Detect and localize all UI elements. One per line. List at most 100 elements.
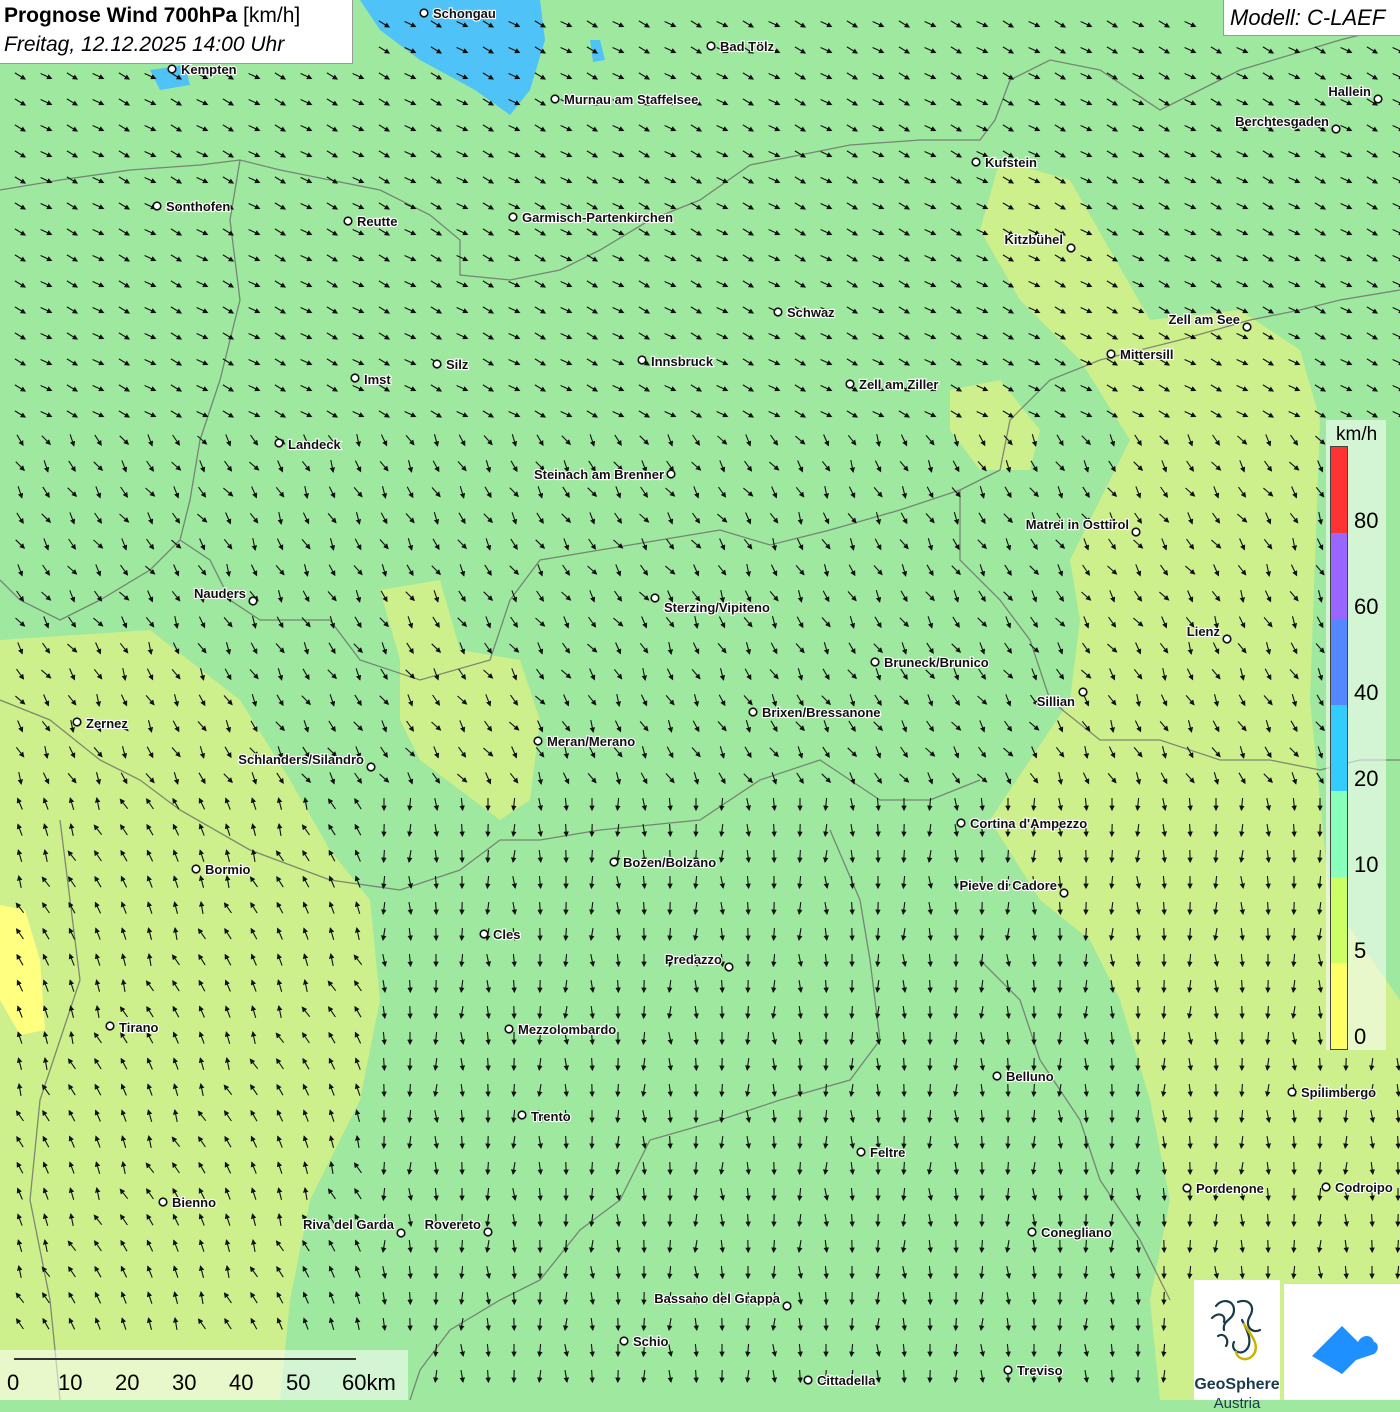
- city-dot-icon: [1288, 1088, 1296, 1096]
- app-logo[interactable]: [1284, 1284, 1400, 1400]
- city-label: Codroipo: [1335, 1180, 1393, 1195]
- city-label: Zernez: [86, 716, 128, 731]
- city-label: Lienz: [1187, 624, 1221, 639]
- city-dot-icon: [420, 9, 428, 17]
- scale-label: 0: [7, 1370, 19, 1396]
- scale-label: 50: [286, 1370, 310, 1396]
- city-label: Sterzing/Vipiteno: [664, 600, 770, 615]
- city-label: Belluno: [1006, 1069, 1054, 1084]
- city-dot-icon: [351, 374, 359, 382]
- city-label: Riva del Garda: [303, 1217, 395, 1232]
- city-label: Mezzolombardo: [518, 1022, 616, 1037]
- city-dot-icon: [1079, 688, 1087, 696]
- legend-segment-10: [1331, 791, 1347, 877]
- city-dot-icon: [1332, 125, 1340, 133]
- scale-label: 40: [229, 1370, 253, 1396]
- city-dot-icon: [153, 202, 161, 210]
- scale-bar-panel: 0 10 20 30 40 50 60km: [0, 1350, 408, 1400]
- city-dot-icon: [249, 597, 257, 605]
- legend-segment-80: [1331, 447, 1347, 533]
- city-dot-icon: [168, 65, 176, 73]
- city-label: Berchtesgaden: [1235, 114, 1329, 129]
- city-label: Sillian: [1037, 694, 1075, 709]
- city-label: Conegliano: [1041, 1225, 1112, 1240]
- city-label: Bruneck/Brunico: [884, 655, 989, 670]
- city-dot-icon: [192, 865, 200, 873]
- city-label: Cittadella: [817, 1373, 876, 1388]
- city-dot-icon: [480, 930, 488, 938]
- city-dot-icon: [957, 819, 965, 827]
- legend-segment-5: [1331, 877, 1347, 963]
- city-dot-icon: [1322, 1183, 1330, 1191]
- city-label: Pieve di Cadore: [959, 878, 1057, 893]
- city-label: Spilimbergo: [1301, 1085, 1376, 1100]
- city-dot-icon: [1374, 95, 1382, 103]
- legend-segment-0: [1331, 963, 1347, 1049]
- city-label: Reutte: [357, 214, 397, 229]
- city-dot-icon: [638, 356, 646, 364]
- city-label: Murnau am Staffelsee: [564, 92, 698, 107]
- city-dot-icon: [518, 1111, 526, 1119]
- city-dot-icon: [993, 1072, 1001, 1080]
- city-dot-icon: [73, 718, 81, 726]
- city-label: Sonthofen: [166, 199, 230, 214]
- city-dot-icon: [509, 213, 517, 221]
- logo-org-name: GeoSphere: [1194, 1376, 1280, 1394]
- legend-label-0: 0: [1354, 1024, 1366, 1050]
- city-dot-icon: [1223, 635, 1231, 643]
- city-label: Bozen/Bolzano: [623, 855, 716, 870]
- legend-label-40: 40: [1354, 680, 1378, 706]
- city-dot-icon: [749, 708, 757, 716]
- legend-label-20: 20: [1354, 766, 1378, 792]
- city-label: Rovereto: [425, 1217, 481, 1232]
- city-label: Meran/Merano: [547, 734, 635, 749]
- scale-label: 20: [115, 1370, 139, 1396]
- city-dot-icon: [783, 1302, 791, 1310]
- scale-label: 30: [172, 1370, 196, 1396]
- map-title: Prognose Wind 700hPa [km/h]: [4, 4, 300, 28]
- city-label: Garmisch-Partenkirchen: [522, 210, 673, 225]
- city-dot-icon: [397, 1229, 405, 1237]
- legend-label-80: 80: [1354, 508, 1378, 534]
- city-label: Treviso: [1017, 1363, 1063, 1378]
- legend-segment-40: [1331, 619, 1347, 705]
- city-dot-icon: [344, 217, 352, 225]
- city-dot-icon: [1107, 350, 1115, 358]
- scale-label: 10: [58, 1370, 82, 1396]
- model-label: Modell: C-LAEF: [1230, 5, 1385, 31]
- city-label: Brixen/Bressanone: [762, 705, 881, 720]
- forecast-date: Freitag, 12.12.2025 14:00 Uhr: [4, 33, 284, 57]
- city-dot-icon: [846, 380, 854, 388]
- city-label: Cortina d'Ampezzo: [970, 816, 1087, 831]
- logo-org-sub: Austria: [1194, 1395, 1280, 1412]
- city-label: Kitzbühel: [1005, 232, 1064, 247]
- city-label: Schwaz: [787, 305, 835, 320]
- city-dot-icon: [106, 1022, 114, 1030]
- title-panel: Prognose Wind 700hPa [km/h] Freitag, 12.…: [0, 0, 353, 64]
- city-dot-icon: [871, 658, 879, 666]
- city-dot-icon: [1132, 528, 1140, 536]
- city-dot-icon: [159, 1198, 167, 1206]
- city-dot-icon: [275, 439, 283, 447]
- city-label: Nauders: [194, 586, 246, 601]
- city-dot-icon: [484, 1228, 492, 1236]
- legend-segment-20: [1331, 705, 1347, 791]
- geosphere-logo[interactable]: GeoSphere Austria: [1194, 1280, 1280, 1400]
- app-logo-icon: [1284, 1284, 1400, 1400]
- color-legend: km/h 80 60 40 20 10 5 0: [1326, 420, 1386, 1050]
- legend-label-5: 5: [1354, 938, 1366, 964]
- geosphere-logo-icon: [1194, 1284, 1280, 1376]
- city-label: Predazzo: [665, 952, 722, 967]
- wind-map[interactable]: SchongauBad TölzKemptenMurnau am Staffel…: [0, 0, 1400, 1400]
- city-dot-icon: [610, 858, 618, 866]
- city-label: Feltre: [870, 1145, 905, 1160]
- city-dot-icon: [651, 594, 659, 602]
- city-dot-icon: [707, 42, 715, 50]
- city-dot-icon: [1060, 889, 1068, 897]
- city-label: Cles: [493, 927, 520, 942]
- legend-unit: km/h: [1336, 424, 1377, 446]
- city-label: Pordenone: [1196, 1181, 1264, 1196]
- city-dot-icon: [774, 308, 782, 316]
- city-label: Bad Tölz: [720, 39, 775, 54]
- city-dot-icon: [1067, 244, 1075, 252]
